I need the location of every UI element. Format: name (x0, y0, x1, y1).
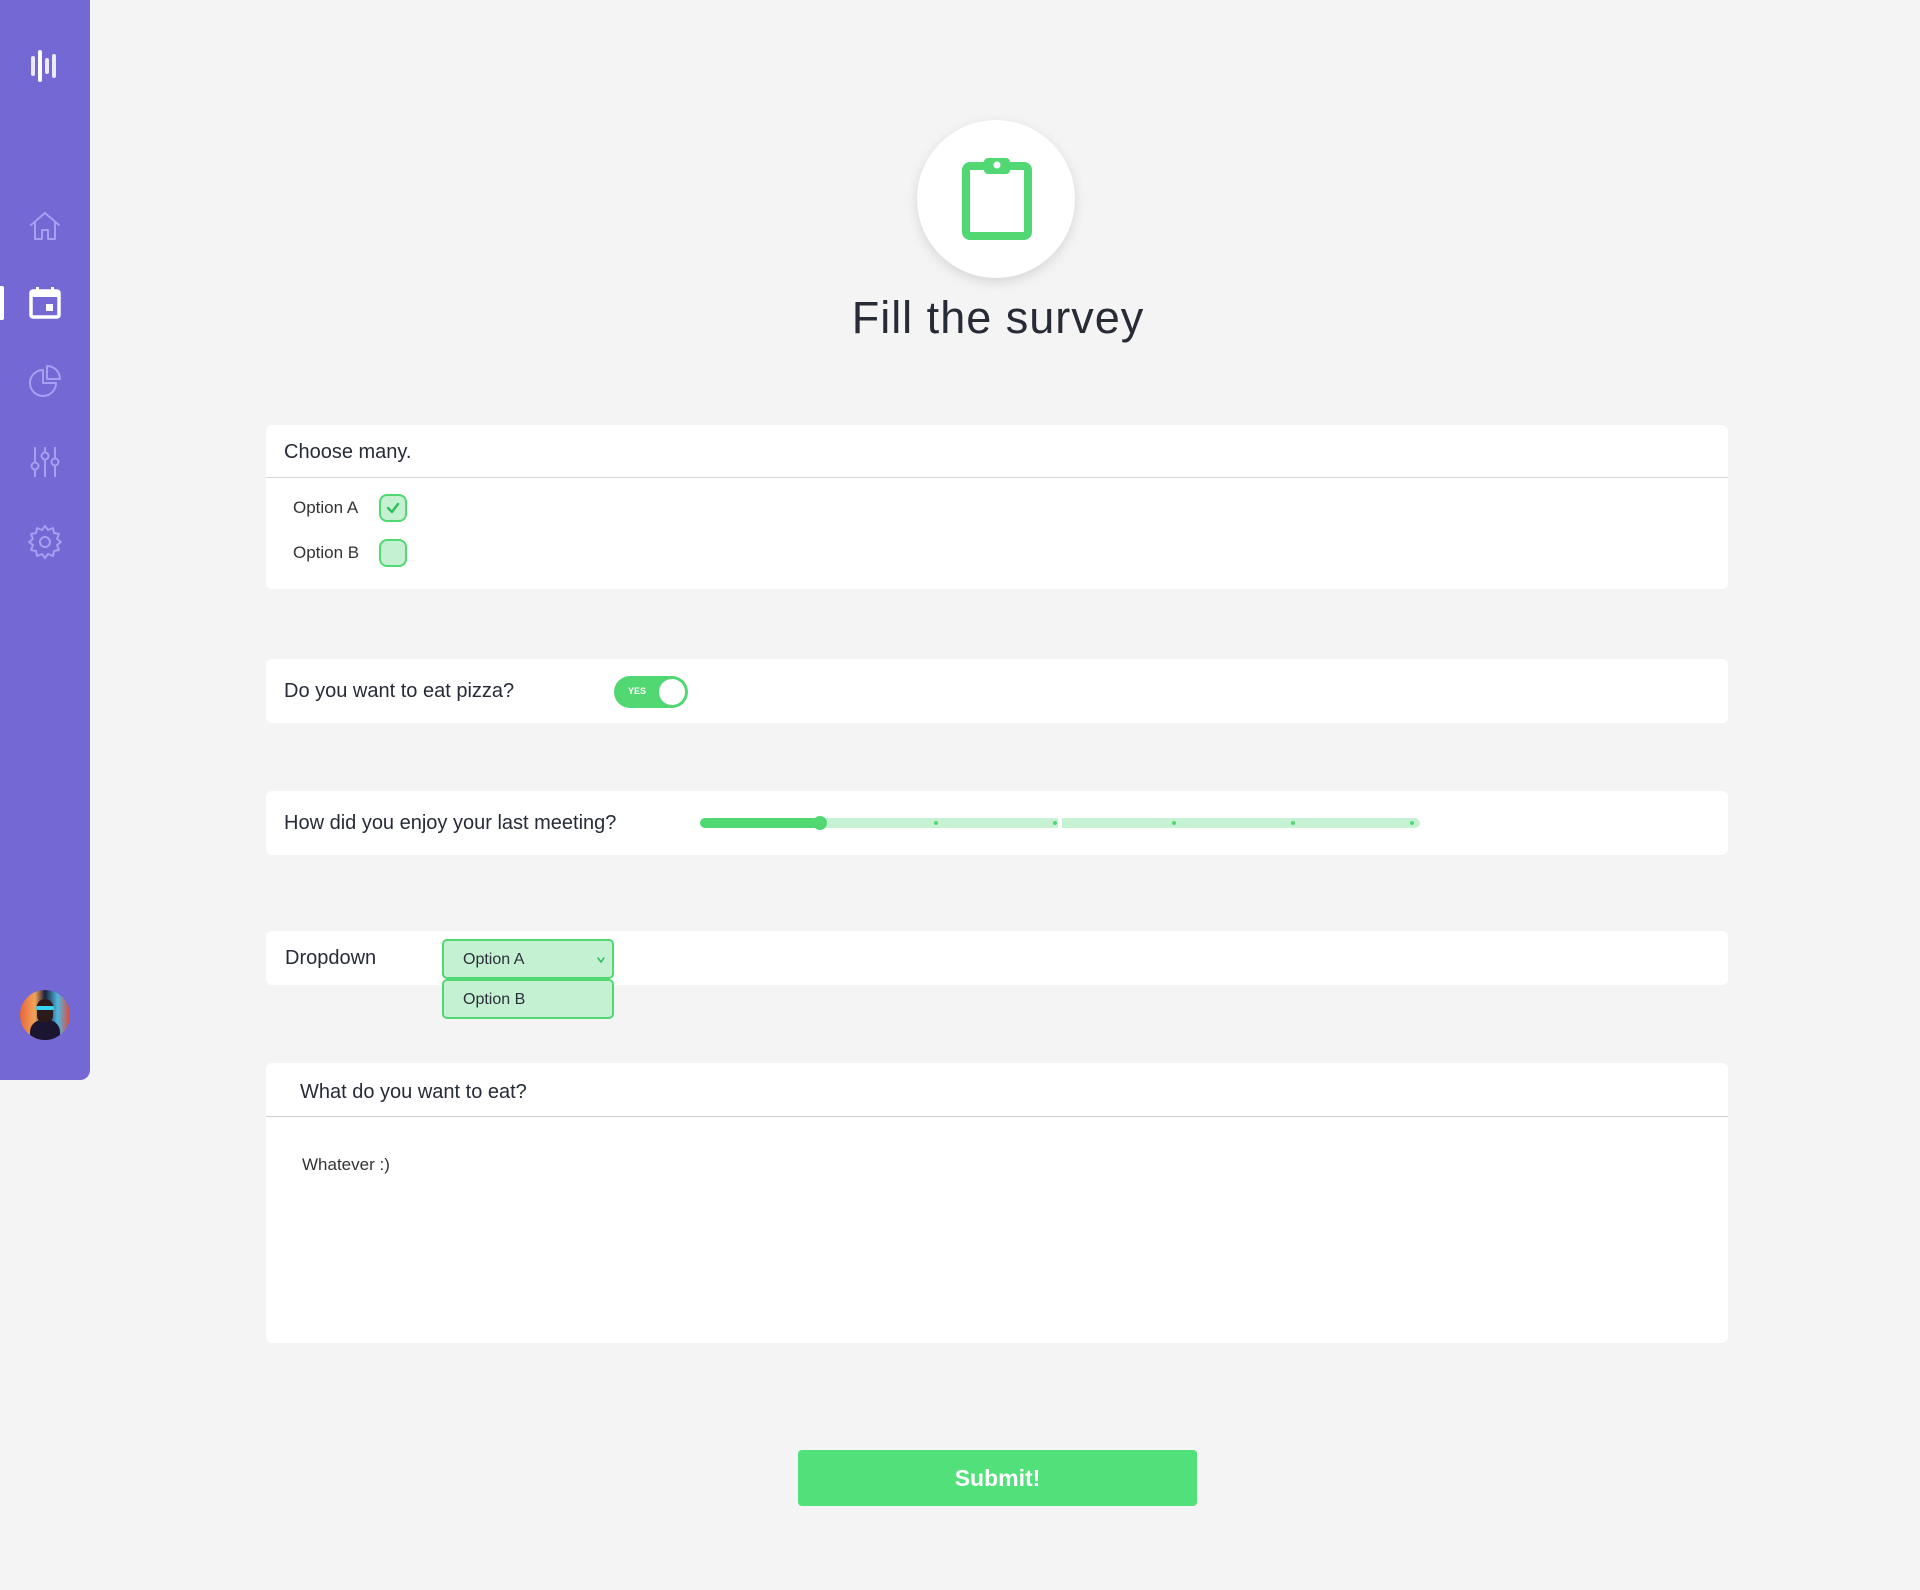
option-a-checkbox[interactable] (379, 494, 407, 522)
toggle-question-card: Do you want to eat pizza? YES (266, 659, 1728, 723)
home-icon (30, 212, 60, 240)
slider-tick (934, 821, 939, 825)
toggle-question: Do you want to eat pizza? (284, 680, 515, 702)
sidebar-item-gear[interactable] (25, 522, 65, 562)
dropdown-label: Dropdown (285, 947, 377, 969)
text-question: What do you want to eat? (300, 1081, 527, 1103)
rating-question-card: How did you enjoy your last meeting? (266, 791, 1728, 855)
slider-gap (1058, 818, 1062, 828)
slider-tick (1172, 821, 1177, 825)
clipboard-icon (962, 158, 1032, 240)
dropdown-option-b[interactable]: Option B (442, 979, 614, 1019)
text-question-card: What do you want to eat? Whatever :) (266, 1063, 1728, 1343)
sidebar-item-settings-sliders[interactable] (25, 442, 65, 482)
option-label: Option A (293, 498, 359, 517)
sidebar-item-reports[interactable] (25, 361, 65, 401)
multi-choice-card: Choose many. Option A Option B (266, 425, 1728, 589)
pie-chart-icon (29, 365, 61, 397)
toggle-label: YES (628, 686, 647, 696)
dropdown-option-label: Option B (463, 991, 526, 1008)
bars-logo-icon[interactable] (29, 48, 61, 84)
slider-tick (1291, 821, 1296, 825)
sidebar-item-home[interactable] (25, 206, 65, 246)
header-badge (917, 120, 1075, 278)
divider (266, 1116, 1728, 1117)
option-label: Option B (293, 543, 360, 562)
option-row-b: Option B (293, 538, 407, 568)
page-title: Fill the survey (851, 292, 1145, 343)
sliders-icon (30, 447, 60, 477)
answer-textarea[interactable]: Whatever :) (300, 1153, 1684, 1327)
user-avatar[interactable] (20, 990, 70, 1040)
divider (266, 477, 1728, 478)
slider-fill (700, 818, 821, 828)
multi-choice-question: Choose many. (284, 441, 412, 463)
chevron-down-icon (597, 957, 605, 964)
yes-no-toggle[interactable]: YES (614, 676, 688, 708)
option-row-a: Option A (293, 493, 407, 523)
gear-icon (28, 525, 62, 559)
option-b-checkbox[interactable] (379, 539, 407, 567)
submit-button[interactable]: Submit! (798, 1450, 1197, 1506)
dropdown-select[interactable]: Option A (442, 939, 614, 979)
dropdown-selected-value: Option A (463, 951, 525, 968)
slider-tick (1053, 821, 1058, 825)
checkmark-icon (386, 502, 400, 514)
rating-question: How did you enjoy your last meeting? (284, 812, 617, 834)
rating-slider[interactable] (700, 816, 1420, 830)
sidebar (0, 0, 90, 1080)
toggle-knob (659, 679, 685, 705)
